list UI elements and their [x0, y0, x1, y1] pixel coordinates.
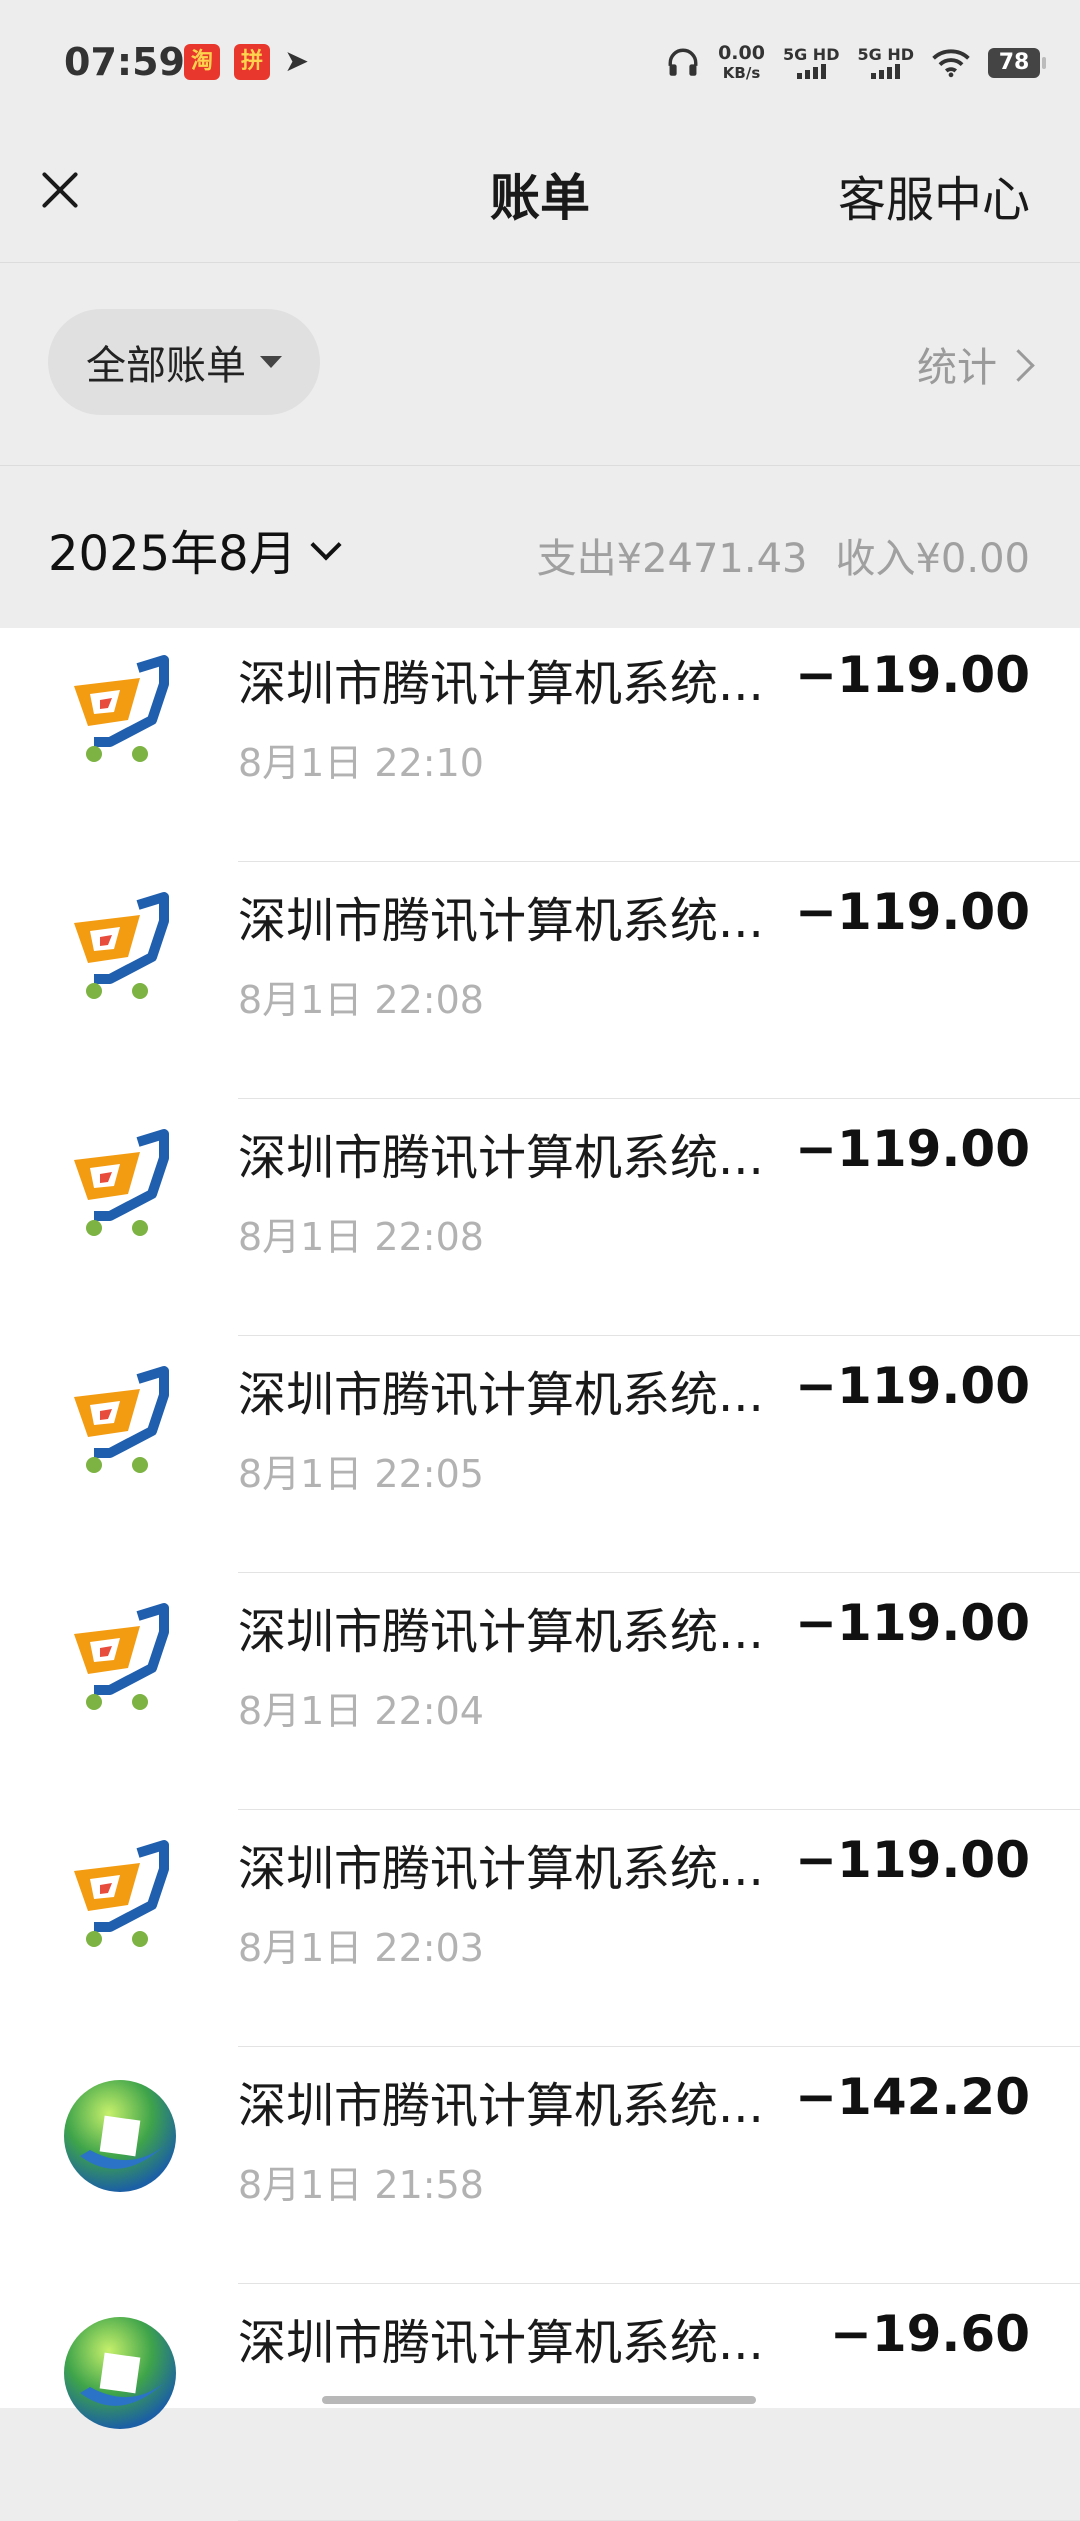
taobao-icon: 淘	[184, 44, 220, 80]
transaction-time: 8月1日 22:10	[238, 741, 484, 785]
month-totals: 支出¥2471.43 收入¥0.00	[537, 526, 1030, 584]
transaction-amount: −119.00	[795, 883, 1030, 941]
transaction-amount: −19.60	[829, 2305, 1030, 2363]
statistics-link[interactable]: 统计	[917, 335, 1035, 393]
merchant-name: 深圳市腾讯计算机系统...	[238, 2315, 764, 2371]
cart-icon	[60, 1602, 180, 1722]
signal-1-icon: 5G HD	[783, 47, 839, 79]
statistics-label: 统计	[917, 345, 997, 391]
globe-icon	[60, 2313, 180, 2433]
home-indicator[interactable]	[322, 2396, 756, 2404]
customer-service-link[interactable]: 客服中心	[838, 160, 1030, 230]
transaction-amount: −119.00	[795, 1594, 1030, 1652]
transaction-time: 8月1日 22:03	[238, 1926, 484, 1970]
month-summary: 2025年8月 支出¥2471.43 收入¥0.00	[0, 466, 1080, 628]
month-picker[interactable]: 2025年8月	[48, 514, 342, 584]
transaction-row[interactable]: 深圳市腾讯计算机系统... 8月1日 22:08 −119.00	[0, 861, 1080, 1099]
transaction-time: 8月1日 21:58	[238, 2163, 484, 2207]
transaction-list: 深圳市腾讯计算机系统... 8月1日 22:10 −119.00 深圳市腾讯计算机系统…	[0, 628, 1080, 2521]
globe-icon	[60, 2076, 180, 2196]
all-bills-dropdown[interactable]: 全部账单	[48, 309, 320, 415]
clock: 07:59	[64, 40, 185, 84]
income-total: 收入¥0.00	[835, 536, 1030, 582]
cart-icon	[60, 1365, 180, 1485]
transaction-time: 8月1日 22:08	[238, 978, 484, 1022]
merchant-name: 深圳市腾讯计算机系统...	[238, 1130, 764, 1186]
network-speed: 0.00 KB/s	[718, 42, 765, 82]
transaction-row[interactable]: 深圳市腾讯计算机系统... 8月1日 21:58 −142.20	[0, 2046, 1080, 2284]
battery-icon: 78	[988, 48, 1046, 78]
transaction-row[interactable]: 深圳市腾讯计算机系统... 8月1日 22:03 −119.00	[0, 1809, 1080, 2047]
top-bar: 账单 客服中心	[0, 130, 1080, 263]
merchant-name: 深圳市腾讯计算机系统...	[238, 1604, 764, 1660]
month-label: 2025年8月	[48, 526, 297, 582]
cart-icon	[60, 654, 180, 774]
cart-icon	[60, 1128, 180, 1248]
transaction-amount: −119.00	[795, 1357, 1030, 1415]
wifi-icon	[932, 49, 970, 78]
transaction-row[interactable]: 深圳市腾讯计算机系统... 8月1日 22:05 −119.00	[0, 1335, 1080, 1573]
merchant-name: 深圳市腾讯计算机系统...	[238, 2078, 764, 2134]
filter-bar: 全部账单 统计	[0, 263, 1080, 466]
signal-2-icon: 5G HD	[857, 47, 914, 79]
transaction-row[interactable]: 深圳市腾讯计算机系统... 8月1日 22:08 −119.00	[0, 1098, 1080, 1336]
transaction-time: 8月1日 22:05	[238, 1452, 484, 1496]
cart-icon	[60, 1839, 180, 1959]
caret-down-icon	[260, 356, 282, 368]
transaction-time: 8月1日 22:04	[238, 1689, 484, 1733]
pinduoduo-icon: 拼	[234, 44, 270, 80]
merchant-name: 深圳市腾讯计算机系统...	[238, 1841, 764, 1897]
transaction-amount: −119.00	[795, 1120, 1030, 1178]
all-bills-label: 全部账单	[86, 343, 246, 389]
chevron-right-icon	[1002, 348, 1035, 382]
transaction-amount: −142.20	[795, 2068, 1030, 2126]
merchant-name: 深圳市腾讯计算机系统...	[238, 893, 764, 949]
transaction-amount: −119.00	[795, 646, 1030, 704]
transaction-time: 8月1日 22:08	[238, 1215, 484, 1259]
cart-icon	[60, 891, 180, 1011]
expense-total: 支出¥2471.43	[536, 536, 808, 582]
transaction-amount: −119.00	[795, 1831, 1030, 1889]
status-bar: 07:59 淘 拼 ➤ 0.00 KB/s 5G HD 5G HD 78	[0, 0, 1080, 130]
chevron-down-icon	[310, 529, 342, 561]
merchant-name: 深圳市腾讯计算机系统...	[238, 1367, 764, 1423]
transaction-row[interactable]: 深圳市腾讯计算机系统... 8月1日 22:04 −119.00	[0, 1572, 1080, 1810]
merchant-name: 深圳市腾讯计算机系统...	[238, 656, 764, 712]
send-icon: ➤	[284, 44, 310, 79]
transaction-row[interactable]: 深圳市腾讯计算机系统... 8月1日 22:10 −119.00	[0, 624, 1080, 862]
headphones-icon	[668, 48, 698, 76]
